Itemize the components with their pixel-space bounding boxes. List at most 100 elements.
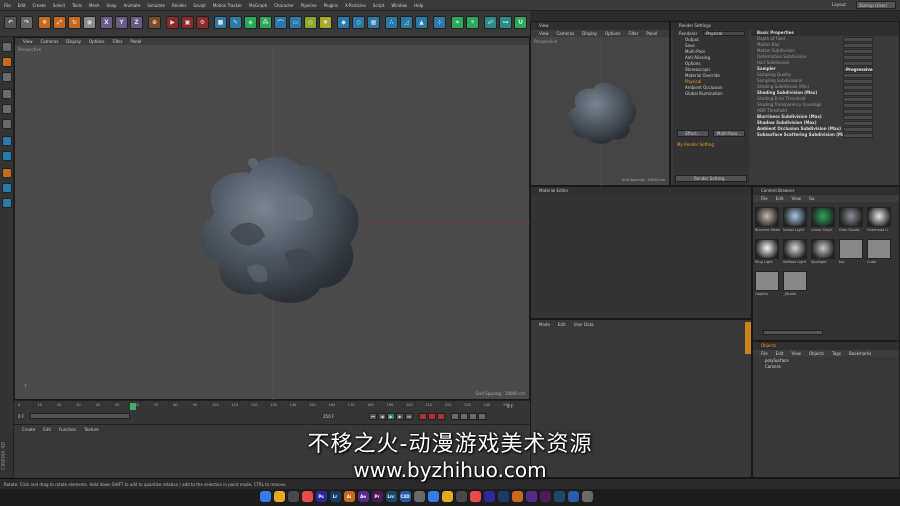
- playhead[interactable]: [130, 403, 136, 410]
- rotation-key-icon[interactable]: [469, 413, 477, 420]
- dock-app-icon[interactable]: Ae: [357, 491, 369, 502]
- content-thumbnail[interactable]: [755, 271, 779, 291]
- dock-app-icon[interactable]: [273, 491, 285, 502]
- dock-app-icon[interactable]: Ps: [315, 491, 327, 502]
- perspective-viewport[interactable]: View Cameras Display Options Filter Panel Per…: [14, 37, 531, 401]
- polygons-tool-icon[interactable]: [2, 119, 12, 129]
- coordinate-system-icon[interactable]: ⊕: [148, 16, 161, 29]
- polygons-mode-icon[interactable]: ▲: [415, 16, 428, 29]
- model-mode-icon[interactable]: ◆: [337, 16, 350, 29]
- object-menu-view[interactable]: View: [791, 351, 801, 356]
- secondary-viewport[interactable]: View View Cameras Display Options Filter Pane…: [530, 21, 670, 187]
- render-property-field[interactable]: [843, 133, 873, 138]
- x-axis-icon[interactable]: X: [100, 16, 113, 29]
- edges-tool-icon[interactable]: [2, 104, 12, 114]
- dock-app-icon[interactable]: [497, 491, 509, 502]
- goto-start-icon[interactable]: ⏮: [369, 413, 377, 420]
- render-picture-viewer-icon[interactable]: ▣: [181, 16, 194, 29]
- dock-app-icon[interactable]: [567, 491, 579, 502]
- attribute-menu-edit[interactable]: Edit: [558, 322, 566, 327]
- content-thumbnail[interactable]: [839, 239, 863, 259]
- menu-item-plugins[interactable]: Plugins: [324, 3, 338, 8]
- timeline-end-frame[interactable]: 250 F: [323, 414, 334, 419]
- menu-item-select[interactable]: Select: [53, 3, 65, 8]
- multipass-button[interactable]: Multi-Pass...: [713, 130, 745, 137]
- array-icon[interactable]: ⁂: [259, 16, 272, 29]
- content-thumbnail[interactable]: [839, 207, 863, 227]
- dock-app-icon[interactable]: [301, 491, 313, 502]
- dock-app-icon[interactable]: [455, 491, 467, 502]
- dock-app-icon[interactable]: Lr: [329, 491, 341, 502]
- y-axis-icon[interactable]: Y: [115, 16, 128, 29]
- texture-tool-icon[interactable]: [2, 72, 12, 82]
- rotate-tool-icon[interactable]: ↻: [68, 16, 81, 29]
- dock-app-icon[interactable]: [413, 491, 425, 502]
- object-menu-file[interactable]: File: [761, 351, 768, 356]
- menu-item-mograph[interactable]: MoGraph: [249, 3, 267, 8]
- render-settings-item-global-illumination[interactable]: Global Illumination: [673, 91, 749, 97]
- thumbnail-size-slider[interactable]: [763, 330, 823, 335]
- menu-item-tools[interactable]: Tools: [72, 3, 82, 8]
- workplane-icon[interactable]: ▦: [367, 16, 380, 29]
- tweak-mode-icon[interactable]: ✳: [466, 16, 479, 29]
- dock-app-icon[interactable]: [539, 491, 551, 502]
- timeline-ruler[interactable]: 0 10 20 30 40 50 60 70 80 90 100 110 120 130 140 150 160…: [18, 403, 510, 411]
- menu-item-mesh[interactable]: Mesh: [89, 3, 100, 8]
- floor-icon[interactable]: ▭: [289, 16, 302, 29]
- dock-app-icon[interactable]: [511, 491, 523, 502]
- enable-axis-tool-icon[interactable]: [2, 136, 12, 146]
- autokey-icon[interactable]: [428, 413, 436, 420]
- object-menu-edit[interactable]: Edit: [776, 351, 784, 356]
- render-settings-icon[interactable]: ⚙: [196, 16, 209, 29]
- scale-tool-icon[interactable]: ⤢: [53, 16, 66, 29]
- content-thumbnail[interactable]: [755, 239, 779, 259]
- content-browser-menu-edit[interactable]: Edit: [776, 196, 784, 201]
- xpresso-icon[interactable]: ⊶: [499, 16, 512, 29]
- enable-axis-icon[interactable]: ⊹: [433, 16, 446, 29]
- goto-end-icon[interactable]: ⏭: [405, 413, 413, 420]
- menu-item-animate[interactable]: Animate: [124, 3, 141, 8]
- dock-app-icon[interactable]: [441, 491, 453, 502]
- z-axis-icon[interactable]: Z: [130, 16, 143, 29]
- content-thumbnail[interactable]: [783, 207, 807, 227]
- layout-dropdown[interactable]: Startup (User): [856, 1, 896, 9]
- menu-item-snap[interactable]: Snap: [106, 3, 116, 8]
- dock-app-icon[interactable]: [581, 491, 593, 502]
- texture-mode-icon[interactable]: ◇: [352, 16, 365, 29]
- undo-icon[interactable]: ↶: [4, 16, 17, 29]
- timeline[interactable]: 0 10 20 30 40 50 60 70 80 90 100 110 120 130 140 150 160…: [14, 400, 530, 424]
- dock-app-icon[interactable]: Lrc: [385, 491, 397, 502]
- redo-icon[interactable]: ↷: [20, 16, 33, 29]
- spline-pen-icon[interactable]: ✎: [229, 16, 242, 29]
- content-thumbnail[interactable]: [755, 207, 779, 227]
- python-icon[interactable]: ☍: [484, 16, 497, 29]
- menu-item-sculpt[interactable]: Sculpt: [193, 3, 206, 8]
- dock-app-icon[interactable]: [553, 491, 565, 502]
- menu-item-script[interactable]: Script: [373, 3, 385, 8]
- tweak-tool-icon[interactable]: [2, 151, 12, 161]
- live-selection-icon[interactable]: ◉: [83, 16, 96, 29]
- plugin-icon[interactable]: U: [514, 16, 527, 29]
- content-thumbnail[interactable]: [783, 239, 807, 259]
- dock-app-icon[interactable]: [469, 491, 481, 502]
- content-thumbnail[interactable]: [867, 239, 891, 259]
- workplane-tool-icon[interactable]: [2, 183, 12, 193]
- content-thumbnail[interactable]: [811, 207, 835, 227]
- menu-item-simulate[interactable]: Simulate: [147, 3, 165, 8]
- frame-range-slider[interactable]: [30, 413, 130, 419]
- bend-deformer-icon[interactable]: ⌒: [274, 16, 287, 29]
- keyframe-selection-icon[interactable]: [437, 413, 445, 420]
- render-view-icon[interactable]: ▶: [166, 16, 179, 29]
- points-tool-icon[interactable]: [2, 89, 12, 99]
- next-frame-icon[interactable]: ▶: [396, 413, 404, 420]
- render-setting-button[interactable]: Render Setting...: [675, 175, 747, 182]
- content-thumbnail[interactable]: [811, 239, 835, 259]
- menu-item-window[interactable]: Window: [391, 3, 407, 8]
- attribute-menu-mode[interactable]: Mode: [539, 322, 550, 327]
- menu-item-x-particles[interactable]: X-Particles: [345, 3, 366, 8]
- prev-frame-icon[interactable]: ◀: [378, 413, 386, 420]
- dock-app-icon[interactable]: Pr: [371, 491, 383, 502]
- snap-icon[interactable]: ⌖: [451, 16, 464, 29]
- parameter-key-icon[interactable]: [478, 413, 486, 420]
- points-mode-icon[interactable]: ∴: [385, 16, 398, 29]
